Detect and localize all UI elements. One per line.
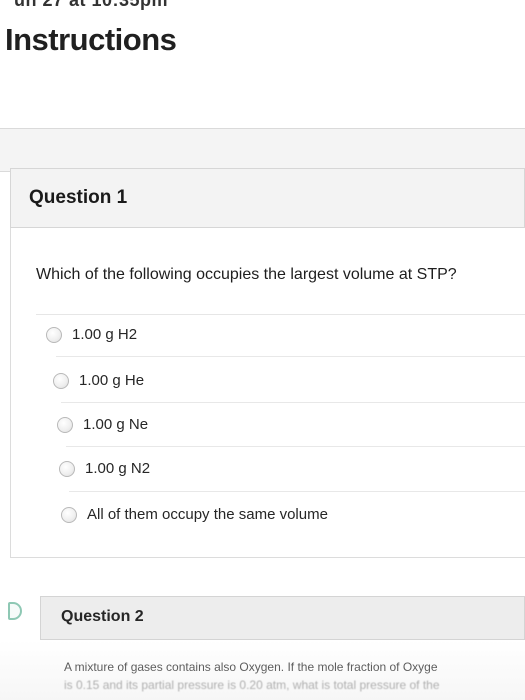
option-label: 1.00 g Ne (83, 416, 149, 433)
question-1-body: Which of the following occupies the larg… (10, 228, 525, 558)
radio-button[interactable] (46, 326, 62, 343)
option-label: 1.00 g N2 (85, 460, 151, 477)
option-label: All of them occupy the same volume (87, 506, 328, 523)
question-1-header: Question 1 (10, 168, 525, 228)
radio-button[interactable] (59, 460, 75, 477)
option-n2[interactable]: 1.00 g N2 (59, 460, 150, 477)
flag-icon[interactable] (8, 602, 22, 620)
options-divider (36, 314, 525, 315)
question-1-title: Question 1 (29, 187, 128, 208)
radio-button[interactable] (61, 506, 77, 523)
radio-button[interactable] (57, 416, 73, 433)
page-title: Instructions (5, 22, 177, 57)
question-2-prompt-continued: is 0.15 and its partial pressure is 0.20… (64, 678, 440, 692)
option-label: 1.00 g H2 (72, 326, 138, 343)
question-2-prompt: A mixture of gases contains also Oxygen.… (64, 660, 438, 674)
option-divider (56, 356, 525, 357)
option-ne[interactable]: 1.00 g Ne (57, 416, 148, 433)
option-divider (66, 446, 525, 447)
question-2-header: Question 2 (40, 596, 525, 640)
top-timestamp-fragment: un 27 at 10:35pm (14, 0, 169, 10)
option-h2[interactable]: 1.00 g H2 (46, 326, 137, 343)
option-all-same[interactable]: All of them occupy the same volume (61, 506, 328, 523)
question-2-title: Question 2 (61, 608, 144, 625)
radio-button[interactable] (53, 372, 69, 389)
option-divider (61, 402, 525, 403)
question-1-prompt: Which of the following occupies the larg… (36, 266, 457, 283)
option-label: 1.00 g He (79, 372, 145, 389)
instructions-band (0, 128, 525, 172)
option-he[interactable]: 1.00 g He (53, 372, 144, 389)
option-divider (69, 491, 525, 492)
